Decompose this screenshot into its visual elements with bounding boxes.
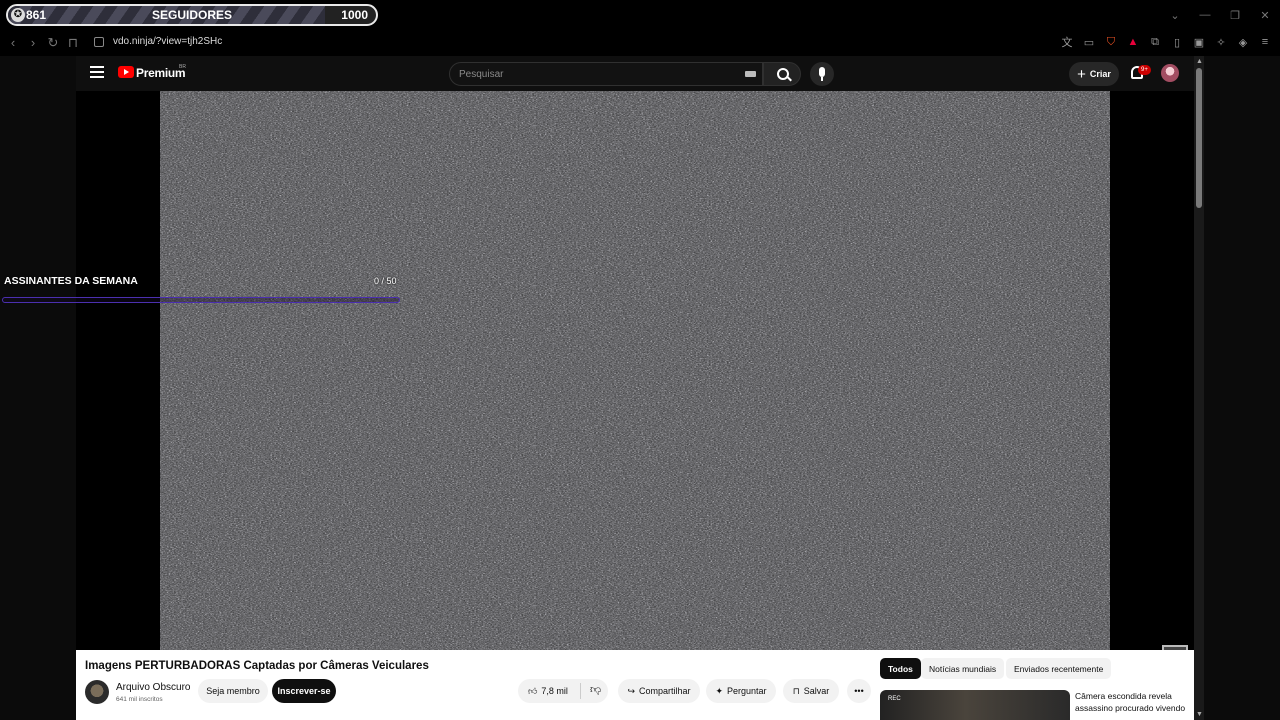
ask-button[interactable]: ✦ Perguntar: [706, 679, 776, 703]
notifications-badge: 9+: [1138, 65, 1151, 75]
recommendation-title[interactable]: Câmera escondida revela assassino procur…: [1075, 690, 1191, 714]
scroll-up-icon[interactable]: ▲: [1196, 58, 1203, 65]
site-info-icon[interactable]: [94, 37, 104, 47]
join-member-label: Seja membro: [206, 686, 260, 696]
save-label: Salvar: [803, 686, 830, 696]
window-controls: ⌄ — ❐ ✕: [1160, 0, 1280, 30]
thumbs-up-icon: 👍︎: [528, 685, 538, 696]
chip-world-news[interactable]: Notícias mundiais: [921, 658, 1005, 679]
tab-search-icon[interactable]: ⌄: [1160, 0, 1190, 30]
scroll-down-icon[interactable]: ▼: [1196, 711, 1203, 718]
account-avatar[interactable]: [1161, 64, 1179, 82]
more-icon: •••: [854, 686, 864, 696]
search-button[interactable]: [763, 62, 801, 86]
weekly-subs-title: ASSINANTES DA SEMANA: [4, 275, 138, 287]
back-icon[interactable]: ‹: [5, 35, 21, 50]
channel-avatar[interactable]: [85, 680, 109, 704]
channel-subscribers: 641 mil inscritos: [116, 696, 163, 703]
cast-icon[interactable]: ▭: [1082, 34, 1096, 50]
like-count: 7,8 mil: [541, 686, 568, 696]
save-button[interactable]: ⊓ Salvar: [783, 679, 839, 703]
extensions-icon[interactable]: ⧉: [1148, 34, 1162, 50]
vpn-icon[interactable]: ◈: [1236, 34, 1250, 50]
subscribe-label: Inscrever-se: [277, 686, 331, 696]
video-info-area: Imagens PERTURBADORAS Captadas por Câmer…: [76, 650, 1194, 720]
keyboard-icon[interactable]: [745, 71, 756, 77]
wallet-icon[interactable]: ▣: [1192, 34, 1206, 50]
plus-icon: +: [1077, 65, 1086, 83]
thumbs-down-icon[interactable]: 👎︎: [590, 683, 601, 696]
share-button[interactable]: ↪ Compartilhar: [618, 679, 700, 703]
ask-label: Perguntar: [727, 686, 767, 696]
yt-header: Premium BR + Criar 9+: [76, 56, 1204, 91]
url-field[interactable]: vdo.ninja/?view=tjh2SHc: [113, 36, 222, 47]
follower-goal: 1000: [341, 8, 368, 22]
weekly-subs-progress-track: [2, 297, 400, 303]
menu-icon[interactable]: ≡: [1258, 34, 1272, 50]
close-icon[interactable]: ✕: [1250, 0, 1280, 30]
sparkle-icon: ✦: [715, 685, 723, 696]
yt-brand[interactable]: Premium: [136, 66, 186, 80]
join-member-button[interactable]: Seja membro: [198, 679, 268, 703]
leo-ai-icon[interactable]: ✧: [1214, 34, 1228, 50]
share-label: Compartilhar: [639, 686, 691, 696]
hamburger-menu-icon[interactable]: [90, 66, 104, 78]
create-label: Criar: [1089, 69, 1111, 79]
youtube-page: Premium BR + Criar 9+: [76, 56, 1204, 720]
share-icon: ↪: [627, 685, 635, 696]
scroll-thumb[interactable]: [1196, 68, 1202, 208]
search-box: [449, 62, 763, 86]
like-divider: [580, 683, 581, 699]
minimize-icon[interactable]: —: [1190, 0, 1220, 30]
chip-recently-uploaded[interactable]: Enviados recentemente: [1006, 658, 1112, 679]
forward-icon[interactable]: ›: [25, 35, 41, 50]
video-title: Imagens PERTURBADORAS Captadas por Câmer…: [85, 660, 429, 672]
bookmark-save-icon: ⊓: [792, 685, 800, 696]
video-frame-static-noise[interactable]: [160, 91, 1110, 650]
more-actions-button[interactable]: •••: [847, 679, 871, 703]
follower-label: SEGUIDORES: [151, 8, 232, 22]
static-noise-image: [160, 91, 1110, 650]
reload-icon[interactable]: ↻: [45, 35, 61, 51]
like-button[interactable]: 👍︎ 7,8 mil 👎︎: [518, 679, 608, 703]
restore-icon[interactable]: ❐: [1220, 0, 1250, 30]
title-bar: ✪ 861 SEGUIDORES 1000 ⌄ — ❐ ✕: [0, 0, 1280, 30]
extension-toolbar: 文 ▭ ⛉ ▲ ⧉ ▯ ▣ ✧ ◈ ≡: [1060, 34, 1272, 50]
bat-rewards-icon[interactable]: ▲: [1126, 34, 1140, 50]
video-player[interactable]: [76, 91, 1194, 671]
sidebar-icon[interactable]: ▯: [1170, 34, 1184, 50]
bookmark-icon[interactable]: ⊓: [65, 35, 81, 51]
brave-shield-icon[interactable]: ⛉: [1104, 34, 1118, 50]
recommendation-thumbnail[interactable]: REC: [880, 690, 1070, 720]
channel-name[interactable]: Arquivo Obscuro: [116, 682, 190, 693]
weekly-subs-widget: ASSINANTES DA SEMANA 0 / 50: [0, 274, 402, 310]
create-button[interactable]: + Criar: [1069, 62, 1119, 86]
search-input[interactable]: [450, 63, 740, 85]
translate-icon[interactable]: 文: [1060, 34, 1074, 50]
page-scrollbar[interactable]: ▲ ▼: [1194, 56, 1204, 720]
address-bar: ‹ › ↻ ⊓ vdo.ninja/?view=tjh2SHc 文 ▭ ⛉ ▲ …: [0, 30, 1280, 56]
voice-search-icon[interactable]: [810, 62, 834, 86]
chip-all[interactable]: Todos: [880, 658, 921, 679]
follower-goal-bar: ✪ 861 SEGUIDORES 1000: [6, 4, 378, 26]
youtube-logo-icon[interactable]: [118, 66, 134, 78]
rec-badge: REC: [888, 696, 901, 702]
weekly-subs-count: 0 / 50: [374, 276, 397, 286]
yt-region: BR: [179, 64, 186, 70]
subscribe-button[interactable]: Inscrever-se: [272, 679, 336, 703]
